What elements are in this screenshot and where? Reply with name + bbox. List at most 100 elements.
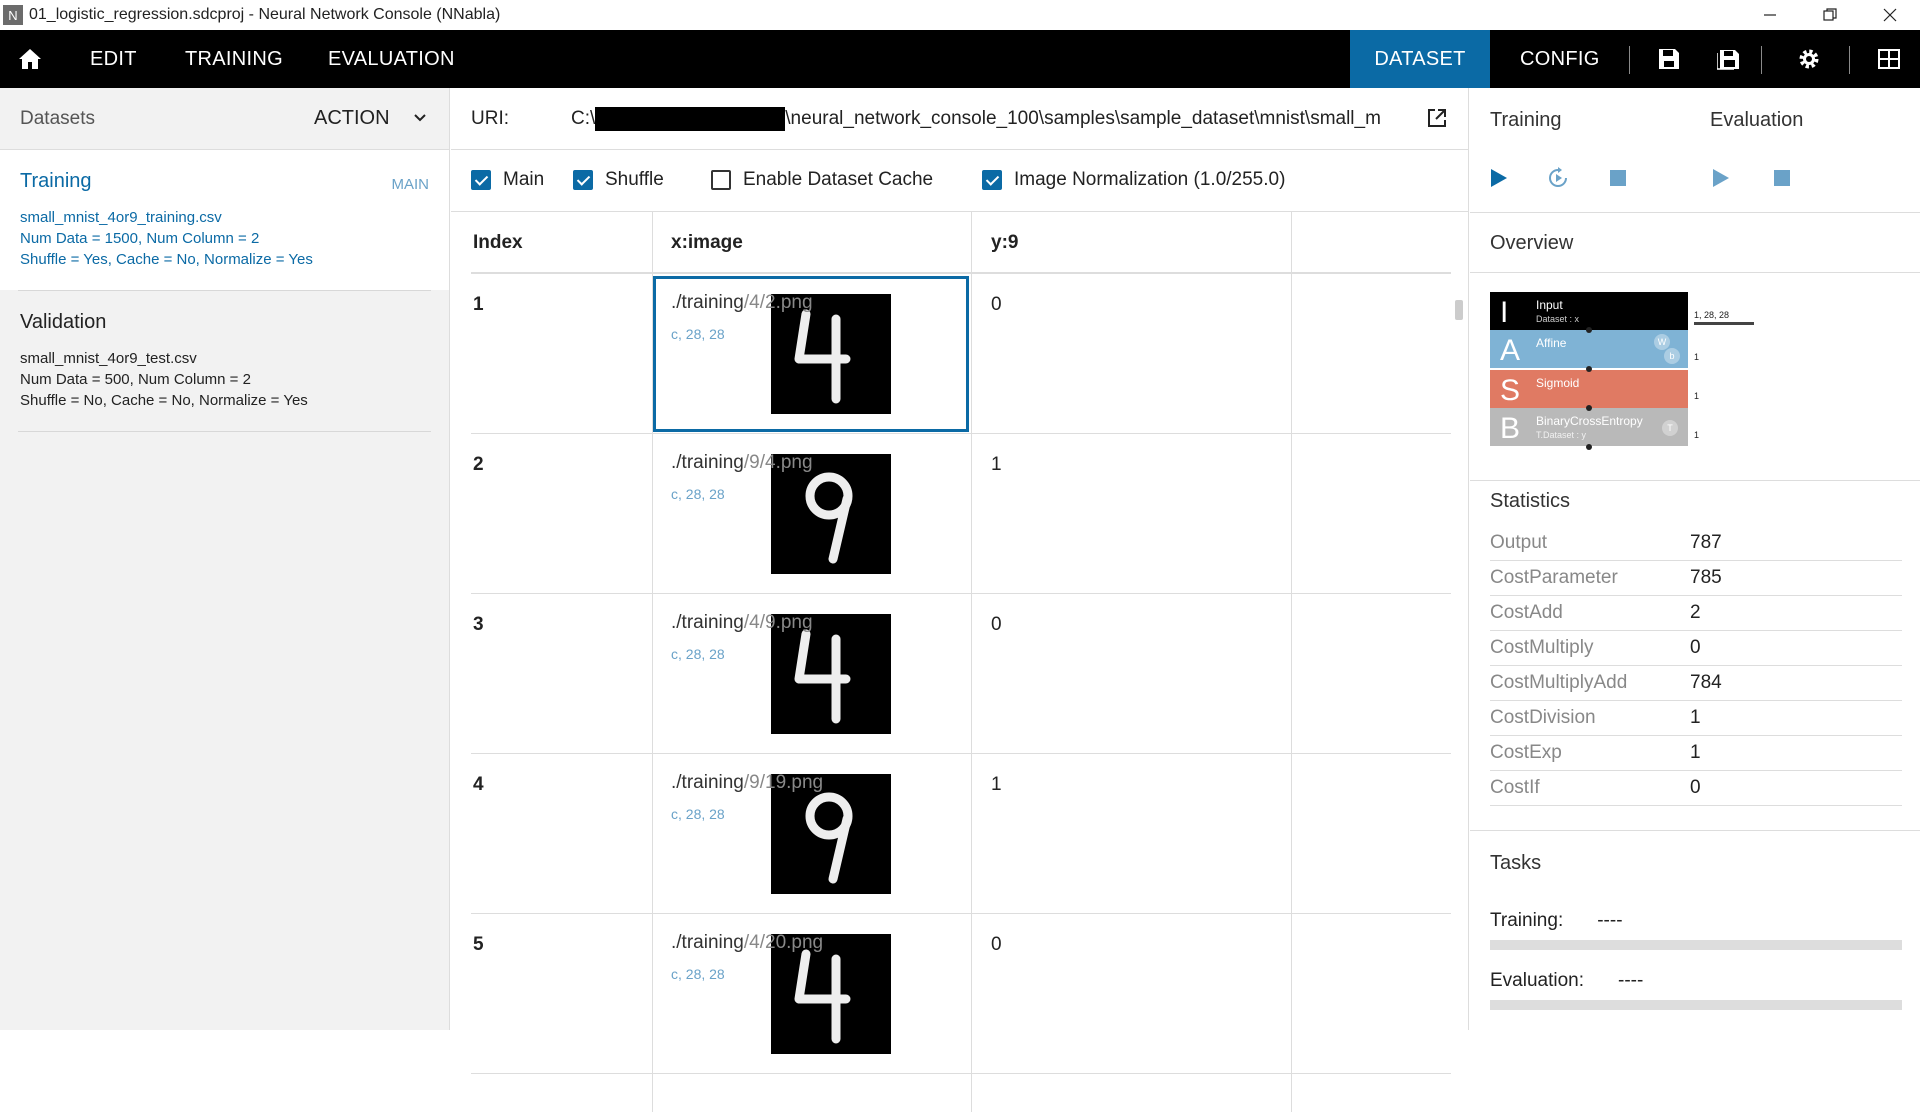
stat-key: CostDivision [1490,707,1596,728]
action-menu[interactable]: ACTION [314,107,390,130]
datasets-panel: Datasets ACTION Training MAIN small_mnis… [0,88,450,1030]
chevron-down-icon[interactable] [412,110,428,126]
normalization-checkbox[interactable]: Image Normalization (1.0/255.0) [982,169,1285,191]
close-button[interactable] [1860,0,1920,30]
image-shape: c, 28, 28 [671,966,725,982]
stat-value: 1 [1690,742,1701,763]
task-label: Evaluation: [1490,970,1585,991]
stat-row: Output 787 [1490,526,1902,561]
stat-value: 2 [1690,602,1701,623]
layer-dim: 1, 28, 28 [1694,310,1730,320]
image-path: ./training/4/9.png [671,612,813,634]
layer-dim: 1 [1694,352,1700,362]
stat-key: CostMultiplyAdd [1490,672,1628,693]
label-value: 1 [991,454,1002,475]
image-shape: c, 28, 28 [671,486,725,502]
table-row[interactable]: 1 ./training/4/2.png c, 28, 28 0 [471,274,1451,434]
restore-button[interactable] [1800,0,1860,30]
layer-binary-cross-entropy: B BinaryCrossEntropy T.Dataset : y T [1490,408,1688,446]
minimize-button[interactable] [1740,0,1800,30]
dataset-flags: Shuffle = Yes, Cache = No, Normalize = Y… [20,251,313,268]
shuffle-checkbox[interactable]: Shuffle [573,169,664,191]
menu-dataset[interactable]: DATASET [1350,30,1490,88]
section-divider [1470,830,1920,831]
play-icon[interactable] [1486,166,1510,190]
layer-name: Input [1536,298,1563,312]
row-index: 5 [473,934,484,955]
menu-separator [1849,46,1850,74]
layer-dim: 1 [1694,391,1700,401]
open-external-icon[interactable] [1426,107,1448,129]
path-rest: /4/20.png [743,932,824,953]
stat-value: 0 [1690,777,1701,798]
menu-training[interactable]: TRAINING [185,30,283,88]
table-row[interactable]: 4 ./training/9/19.png c, 28, 28 1 [471,754,1451,914]
save-icon[interactable] [1657,47,1681,71]
dataset-training[interactable]: Training MAIN small_mnist_4or9_training.… [0,150,449,290]
home-button[interactable] [18,30,44,88]
home-icon [19,49,41,69]
menu-separator [1761,46,1762,74]
stat-key: CostIf [1490,777,1540,798]
cache-checkbox[interactable]: Enable Dataset Cache [711,169,933,191]
stop-icon[interactable] [1770,166,1794,190]
column-y[interactable]: y:9 [991,232,1018,254]
shuffle-label: Shuffle [605,169,664,190]
task-label: Training: [1490,910,1564,931]
uri-value[interactable]: C:\ \neural_network_console_100\samples\s… [571,106,1401,131]
stat-row: CostParameter 785 [1490,561,1902,596]
image-shape: c, 28, 28 [671,646,725,662]
datasets-header: Datasets ACTION [0,88,449,150]
label-value: 0 [991,614,1002,635]
minimize-icon [1764,14,1776,16]
stat-row: CostExp 1 [1490,736,1902,771]
path-prefix: ./training [671,452,744,473]
overview-title: Overview [1490,232,1574,254]
play-icon[interactable] [1708,166,1732,190]
stat-key: CostAdd [1490,602,1563,623]
menu-config[interactable]: CONFIG [1520,30,1600,88]
stop-icon[interactable] [1606,166,1630,190]
dataset-validation[interactable]: Validation small_mnist_4or9_test.csv Num… [0,291,449,431]
layout-icon[interactable] [1877,47,1901,71]
table-row[interactable]: 2 ./training/9/4.png c, 28, 28 1 [471,434,1451,594]
column-x-image[interactable]: x:image [671,232,743,254]
stat-key: Output [1490,532,1548,553]
stat-value: 787 [1690,532,1722,553]
layer-sub: Dataset : x [1536,314,1580,324]
path-rest: /9/19.png [743,772,824,793]
menu-edit[interactable]: EDIT [90,30,137,88]
task-value: ---- [1597,910,1623,931]
stat-value: 0 [1690,637,1701,658]
section-divider [1470,480,1920,481]
scrollbar-thumb[interactable] [1455,300,1463,320]
task-value: ---- [1618,970,1644,991]
stat-value: 784 [1690,672,1722,693]
connector-dot [1586,366,1592,372]
uri-suffix: \neural_network_console_100\samples\samp… [785,107,1381,129]
path-prefix: ./training [671,612,744,633]
stat-row: CostMultiplyAdd 784 [1490,666,1902,701]
gear-icon[interactable] [1797,47,1821,71]
layer-sigmoid: S Sigmoid [1490,370,1688,408]
section-divider [1470,272,1920,273]
evaluation-progress-bar [1490,1000,1902,1010]
resume-icon[interactable] [1546,166,1570,190]
dataset-file: small_mnist_4or9_training.csv [20,209,222,226]
uri-prefix: C:\ [571,107,596,129]
table-row[interactable]: 5 ./training/4/20.png c, 28, 28 0 [471,914,1451,1074]
save-as-icon[interactable] [1717,47,1741,71]
checkbox-unchecked-icon [711,170,731,190]
image-path: ./training/9/4.png [671,452,813,474]
column-index[interactable]: Index [473,232,523,254]
stat-value: 1 [1690,707,1701,728]
path-prefix: ./training [671,932,744,953]
dataset-info: Num Data = 1500, Num Column = 2 [20,230,260,247]
path-prefix: ./training [671,772,744,793]
connector-dot [1586,405,1592,411]
task-training: Training: ---- [1490,910,1623,932]
table-row[interactable]: 3 ./training/4/9.png c, 28, 28 0 [471,594,1451,754]
menu-evaluation[interactable]: EVALUATION [328,30,455,88]
stat-row: CostMultiply 0 [1490,631,1902,666]
main-checkbox[interactable]: Main [471,169,544,191]
